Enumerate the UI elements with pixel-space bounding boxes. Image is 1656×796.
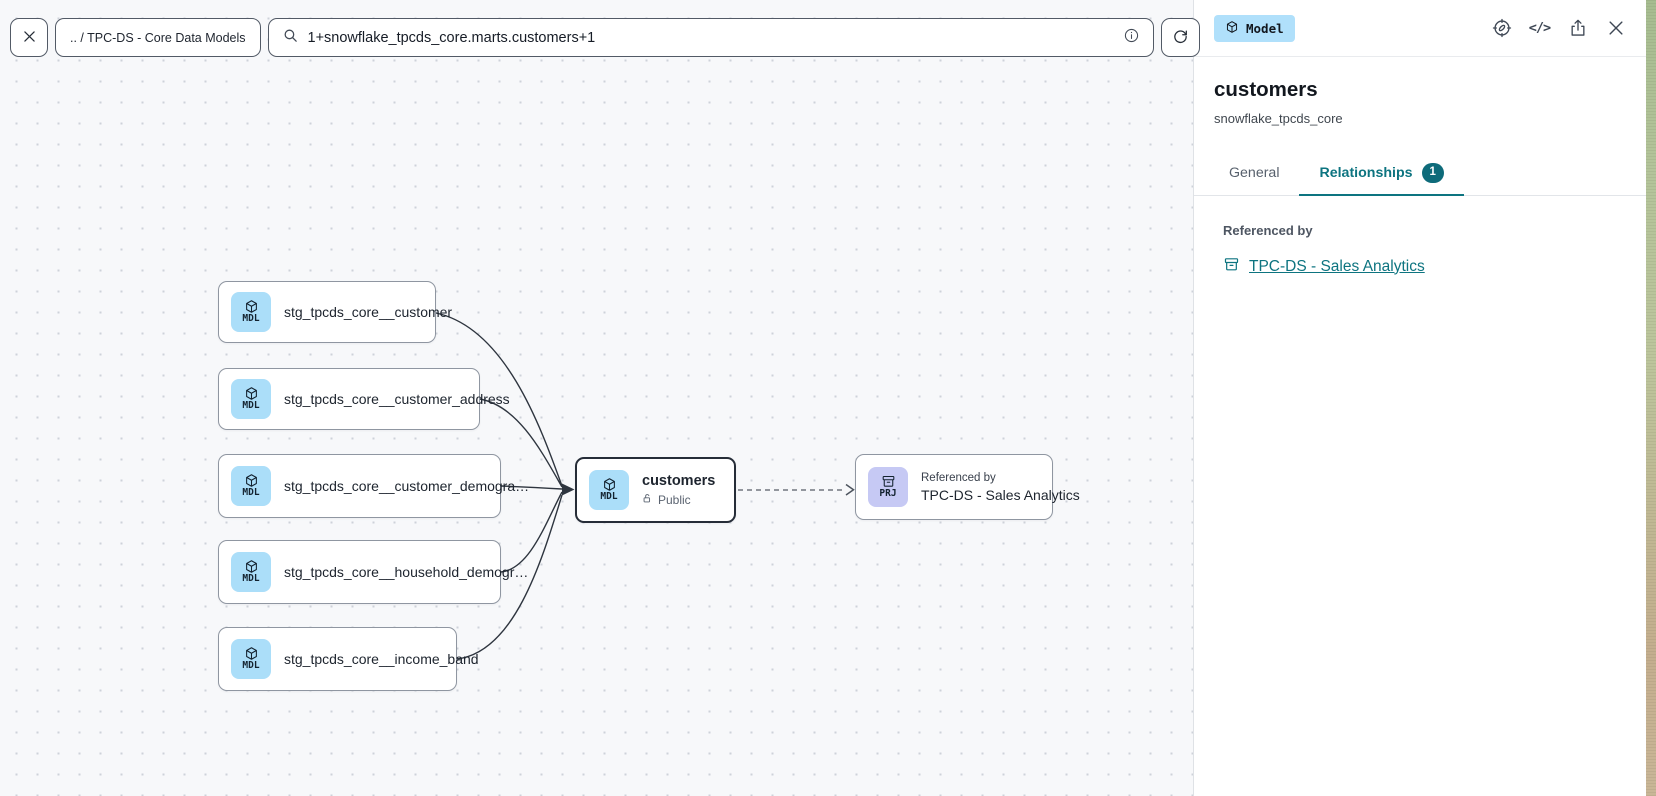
info-icon[interactable]: [1123, 27, 1140, 49]
app-root: MDLstg_tpcds_core__customerMDLstg_tpcds_…: [0, 0, 1656, 796]
resource-type-badge: Model: [1214, 15, 1295, 42]
node-text: stg_tpcds_core__customer_demogra…: [284, 478, 529, 494]
node-stg-tpcds-core-customer-address[interactable]: MDLstg_tpcds_core__customer_address: [218, 368, 480, 430]
model-icon: MDL: [231, 292, 271, 332]
node-label: stg_tpcds_core__customer: [284, 304, 452, 320]
node-label: stg_tpcds_core__customer_demogra…: [284, 478, 529, 494]
node-text: stg_tpcds_core__customer_address: [284, 391, 510, 407]
share-icon[interactable]: [1566, 17, 1589, 40]
tab-general[interactable]: General: [1209, 153, 1299, 195]
cube-icon: [1225, 20, 1239, 37]
relationships-content: Referenced by TPC-DS - Sales Analytics: [1194, 196, 1646, 278]
lineage-canvas[interactable]: MDLstg_tpcds_core__customerMDLstg_tpcds_…: [0, 0, 1193, 796]
close-lineage-button[interactable]: [10, 18, 48, 57]
panel-header-actions: </>: [1490, 17, 1627, 40]
node-referenced-project[interactable]: PRJReferenced byTPC-DS - Sales Analytics: [855, 454, 1053, 520]
node-stg-tpcds-core-customer[interactable]: MDLstg_tpcds_core__customer: [218, 281, 436, 343]
explore-compass-icon[interactable]: [1490, 17, 1513, 40]
node-text: stg_tpcds_core__household_demogr…: [284, 564, 528, 580]
node-stg-tpcds-core-customer-demographics[interactable]: MDLstg_tpcds_core__customer_demogra…: [218, 454, 501, 518]
node-text: stg_tpcds_core__income_band: [284, 651, 479, 667]
resource-type-label: Model: [1246, 21, 1284, 36]
close-panel-icon[interactable]: [1604, 17, 1627, 40]
node-label: stg_tpcds_core__household_demogr…: [284, 564, 528, 580]
breadcrumb-label: .. / TPC-DS - Core Data Models: [70, 31, 246, 45]
panel-tabs: General Relationships 1: [1194, 153, 1646, 196]
lineage-edge-3: [501, 492, 562, 572]
breadcrumb[interactable]: .. / TPC-DS - Core Data Models: [55, 18, 261, 57]
page-title: customers: [1214, 78, 1626, 102]
referenced-by-heading: Referenced by: [1223, 223, 1626, 238]
panel-header: Model </>: [1194, 0, 1646, 57]
node-stg-tpcds-core-household-demographics[interactable]: MDLstg_tpcds_core__household_demogr…: [218, 540, 501, 604]
lineage-search-input[interactable]: 1+snowflake_tpcds_core.marts.customers+1: [268, 18, 1154, 57]
package-name: snowflake_tpcds_core: [1214, 111, 1626, 126]
referenced-by-project-link[interactable]: TPC-DS - Sales Analytics: [1223, 256, 1425, 278]
search-query-text: 1+snowflake_tpcds_core.marts.customers+1: [308, 30, 1114, 46]
details-panel: Model </> customers snowflake_tpcds_core: [1193, 0, 1646, 796]
node-sublabel: Referenced by: [921, 472, 1080, 484]
lock-open-icon: [642, 493, 653, 507]
lineage-edges: [0, 0, 1193, 796]
relationships-count-badge: 1: [1422, 163, 1444, 183]
node-customers[interactable]: MDL customers Public: [575, 457, 736, 523]
desktop-wallpaper-sliver: [1646, 0, 1656, 796]
node-label: stg_tpcds_core__customer_address: [284, 391, 510, 407]
model-icon: MDL: [589, 470, 629, 510]
referenced-by-project-label: TPC-DS - Sales Analytics: [1249, 258, 1425, 276]
model-icon: MDL: [231, 552, 271, 592]
model-icon: MDL: [231, 466, 271, 506]
node-label: stg_tpcds_core__income_band: [284, 651, 479, 667]
node-text: customers Public: [642, 473, 715, 507]
node-text: Referenced by TPC-DS - Sales Analytics: [921, 472, 1080, 503]
dashed-edge-arrowhead: [846, 485, 854, 496]
tab-relationships[interactable]: Relationships 1: [1299, 153, 1463, 196]
refresh-button[interactable]: [1161, 18, 1200, 57]
node-stg-tpcds-core-income-band[interactable]: MDLstg_tpcds_core__income_band: [218, 627, 457, 691]
search-icon: [282, 27, 299, 49]
model-icon: MDL: [231, 379, 271, 419]
close-icon: [21, 28, 38, 48]
node-label: customers: [642, 473, 715, 489]
node-text: stg_tpcds_core__customer: [284, 304, 452, 320]
panel-title-block: customers snowflake_tpcds_core: [1194, 57, 1646, 126]
refresh-icon: [1172, 28, 1189, 48]
node-label: TPC-DS - Sales Analytics: [921, 487, 1080, 503]
lineage-toolbar: .. / TPC-DS - Core Data Models 1+snowfla…: [10, 18, 1200, 57]
code-icon[interactable]: </>: [1528, 17, 1551, 40]
model-icon: MDL: [231, 639, 271, 679]
edge-arrowhead: [562, 484, 575, 496]
project-archive-icon: [1223, 256, 1240, 278]
node-access: Public: [642, 493, 715, 507]
project-icon: PRJ: [868, 467, 908, 507]
